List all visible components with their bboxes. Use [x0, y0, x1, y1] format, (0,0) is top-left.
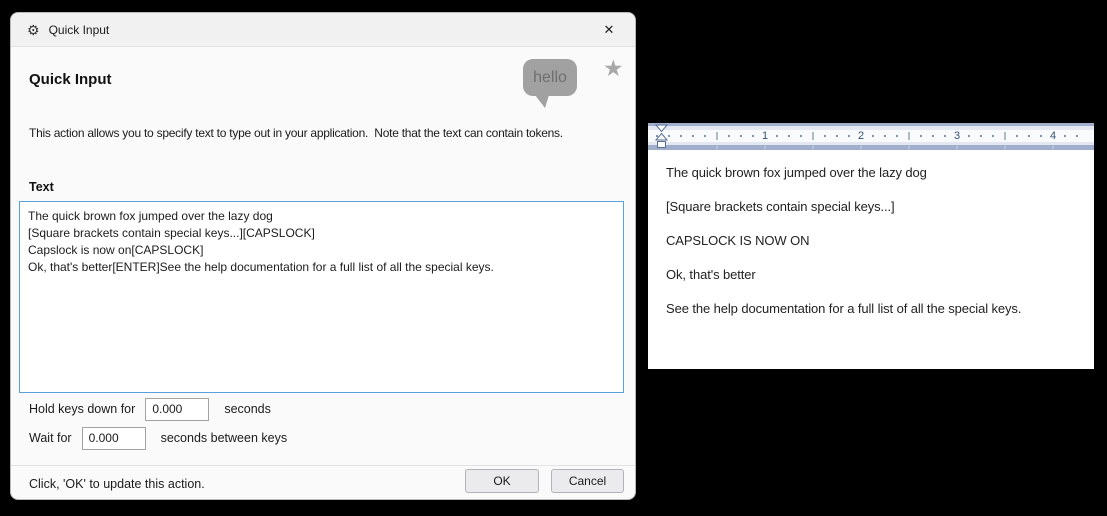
status-text: Click, 'OK' to update this action. [29, 477, 205, 491]
wait-for-row: Wait for seconds between keys [29, 426, 287, 450]
speech-bubble-icon: hello [523, 59, 577, 96]
titlebar[interactable]: ⚙ Quick Input ✕ [11, 13, 635, 47]
wait-for-label: Wait for [29, 431, 72, 445]
ruler-bottom-tick [1053, 146, 1054, 149]
ruler-dot-tick [752, 135, 754, 137]
ruler-band-bottom [648, 145, 1094, 150]
document-preview-panel: 1 2 3 4 The quick brown fox jumped over the… [648, 123, 1094, 369]
ruler-dot-tick [776, 135, 778, 137]
hold-keys-input[interactable] [145, 398, 209, 421]
ruler-dot-tick [1076, 135, 1078, 137]
ruler-dot-tick [980, 135, 982, 137]
ruler-dot-tick [872, 135, 874, 137]
ruler-indent-marker[interactable] [655, 124, 668, 149]
ruler-number: 2 [858, 130, 864, 142]
ruler-dot-tick [824, 135, 826, 137]
document-line: CAPSLOCK IS NOW ON [666, 234, 1080, 248]
ruler-dot-tick [692, 135, 694, 137]
ruler-dot-tick [920, 135, 922, 137]
ruler-mid-tick [717, 132, 718, 140]
ruler-bottom-tick [909, 146, 910, 149]
description-text: This action allows you to specify text t… [29, 126, 563, 140]
ruler-dot-tick [1064, 135, 1066, 137]
speech-bubble-label: hello [533, 69, 567, 87]
document-line: See the help documentation for a full li… [666, 302, 1080, 316]
ruler-dot-tick [896, 135, 898, 137]
ruler-bottom-tick [957, 146, 958, 149]
ruler-dot-tick [1040, 135, 1042, 137]
ruler-bottom-tick [765, 146, 766, 149]
ruler-bottom-tick [717, 146, 718, 149]
ruler-dot-tick [800, 135, 802, 137]
ruler-dot-tick [944, 135, 946, 137]
ruler-dot-tick [836, 135, 838, 137]
ruler: 1 2 3 4 [648, 123, 1094, 150]
ruler-face: 1 2 3 4 [648, 130, 1094, 142]
page-title: Quick Input [29, 71, 112, 88]
quick-input-dialog: ⚙ Quick Input ✕ Quick Input hello ★ This… [10, 12, 636, 500]
ruler-dot-tick [1028, 135, 1030, 137]
ruler-bottom-tick [813, 146, 814, 149]
footer-divider [11, 465, 635, 466]
ruler-dot-tick [788, 135, 790, 137]
text-section-label: Text [29, 180, 54, 194]
hold-keys-row: Hold keys down for seconds [29, 397, 271, 421]
ruler-number: 4 [1050, 130, 1056, 142]
ruler-dot-tick [740, 135, 742, 137]
document-line: [Square brackets contain special keys...… [666, 200, 1080, 214]
ruler-dot-tick [932, 135, 934, 137]
ok-button[interactable]: OK [465, 469, 539, 493]
ruler-dot-tick [728, 135, 730, 137]
close-icon: ✕ [604, 22, 615, 38]
document-line: The quick brown fox jumped over the lazy… [666, 166, 1080, 180]
ruler-dot-tick [704, 135, 706, 137]
ruler-number: 1 [762, 130, 768, 142]
wait-for-input[interactable] [82, 427, 146, 450]
ruler-dot-tick [884, 135, 886, 137]
text-input-area[interactable]: The quick brown fox jumped over the lazy… [19, 201, 624, 393]
ruler-dot-tick [668, 135, 670, 137]
ruler-mid-tick [813, 132, 814, 140]
ruler-dot-tick [968, 135, 970, 137]
ruler-dot-tick [680, 135, 682, 137]
hold-keys-label: Hold keys down for [29, 402, 135, 416]
ruler-mid-tick [1005, 132, 1006, 140]
ruler-number: 3 [954, 130, 960, 142]
ruler-dot-tick [848, 135, 850, 137]
ruler-mid-tick [909, 132, 910, 140]
ruler-dot-tick [992, 135, 994, 137]
hold-keys-suffix: seconds [224, 402, 271, 416]
close-button[interactable]: ✕ [591, 17, 627, 43]
wait-for-suffix: seconds between keys [161, 431, 287, 445]
gear-icon: ⚙ [27, 23, 40, 37]
cancel-button[interactable]: Cancel [551, 469, 624, 493]
ruler-dot-tick [1016, 135, 1018, 137]
ruler-bottom-tick [1005, 146, 1006, 149]
document-line: Ok, that's better [666, 268, 1080, 282]
favorite-star-icon[interactable]: ★ [603, 57, 624, 80]
window-title: Quick Input [49, 23, 110, 37]
document-text-area[interactable]: The quick brown fox jumped over the lazy… [666, 166, 1080, 336]
ruler-bottom-tick [861, 146, 862, 149]
